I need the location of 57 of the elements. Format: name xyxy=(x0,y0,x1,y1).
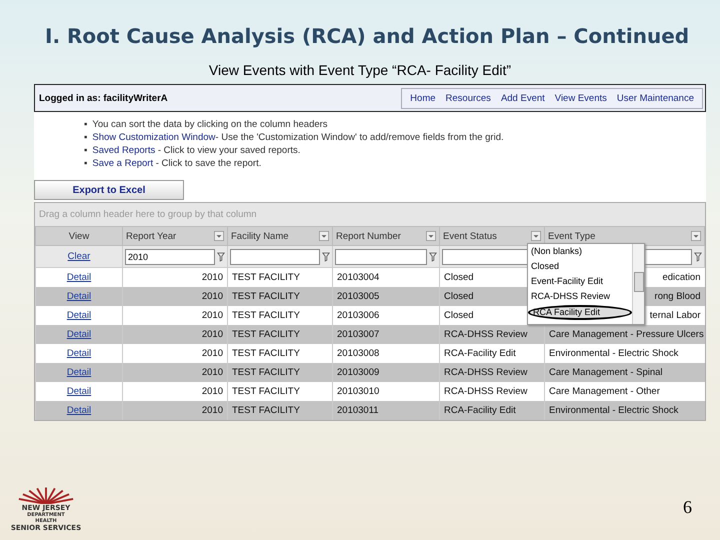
tip-link[interactable]: Saved Reports xyxy=(92,145,156,156)
table-cell: RCA-DHSS Review xyxy=(440,363,544,382)
tip-link[interactable]: Save a Report xyxy=(92,158,154,169)
table-cell: TEST FACILITY xyxy=(228,325,332,344)
column-header[interactable]: View xyxy=(36,226,122,246)
login-label: Logged in as: facilityWriterA xyxy=(39,92,168,104)
table-cell: 2010 xyxy=(122,287,228,306)
nav-link[interactable]: User Maintenance xyxy=(616,92,694,104)
nav-link[interactable]: Resources xyxy=(446,92,491,104)
column-header[interactable]: Event Status xyxy=(440,226,544,246)
table-cell: 2010 xyxy=(122,363,228,382)
table-cell: Care Management - Spinal xyxy=(544,363,704,382)
detail-link[interactable]: Detail xyxy=(66,348,92,359)
detail-link[interactable]: Detail xyxy=(66,367,92,378)
column-header[interactable]: Facility Name xyxy=(228,226,332,246)
table-cell: RCA-Facility Edit xyxy=(440,401,544,420)
bullet: ▪ xyxy=(84,144,88,157)
table-cell: Environmental - Electric Shock xyxy=(544,401,704,420)
column-header[interactable]: Report Year xyxy=(122,226,228,246)
dropdown-item[interactable]: (Non blanks) xyxy=(528,244,632,259)
column-header[interactable]: Event Type xyxy=(544,226,704,246)
detail-link[interactable]: Detail xyxy=(66,291,92,302)
table-cell: TEST FACILITY xyxy=(228,287,332,306)
nav-link[interactable]: Add Event xyxy=(500,92,545,104)
detail-link[interactable]: Detail xyxy=(66,272,92,283)
detail-link[interactable]: Detail xyxy=(66,405,92,416)
slide-subtitle: View Events with Event Type “RCA- Facility Edit” xyxy=(208,62,512,78)
tip-text: Saved Reports - Click to view your saved reports. xyxy=(92,144,300,157)
table-cell: 2010 xyxy=(122,401,228,420)
table-cell: TEST FACILITY xyxy=(228,401,332,420)
tip-text: You can sort the data by clicking on the column headers xyxy=(92,118,328,131)
table-cell: Care Management - Pressure Ulcers xyxy=(544,325,704,344)
filter-field[interactable]: 2010 xyxy=(125,248,215,264)
nav-link[interactable]: View Events xyxy=(554,92,607,104)
group-panel: Drag a column header here to group by that column xyxy=(35,203,705,226)
table-cell: 20103005 xyxy=(332,287,440,306)
detail-link[interactable]: Detail xyxy=(66,386,92,397)
table-cell: 20103011 xyxy=(332,401,440,420)
tip-text: Save a Report - Click to save the report. xyxy=(92,157,262,170)
table-cell: 20103009 xyxy=(332,363,440,382)
table-cell: TEST FACILITY xyxy=(228,363,332,382)
bullet: ▪ xyxy=(84,118,88,131)
table-cell: 20103007 xyxy=(332,325,440,344)
nav-link[interactable]: Home xyxy=(410,92,436,104)
table-cell: RCA-DHSS Review xyxy=(440,325,544,344)
page-number: 6 xyxy=(683,497,692,518)
export-button[interactable]: Export to Excel xyxy=(34,180,184,200)
bullet: ▪ xyxy=(84,157,88,170)
detail-link[interactable]: Detail xyxy=(66,329,92,340)
column-header[interactable]: Report Number xyxy=(332,226,440,246)
slide-title: I. Root Cause Analysis (RCA) and Action Plan – Continued xyxy=(44,24,690,48)
detail-link[interactable]: Detail xyxy=(66,310,92,321)
clear-link[interactable]: Clear xyxy=(68,251,90,262)
tip-text: Show Customization Window- Use the 'Customization Window' to add/remove fields from the grid. xyxy=(92,131,504,144)
tip-link[interactable]: Show Customization Window xyxy=(92,132,216,143)
table-cell: 2010 xyxy=(122,325,228,344)
bullet: ▪ xyxy=(84,131,88,144)
